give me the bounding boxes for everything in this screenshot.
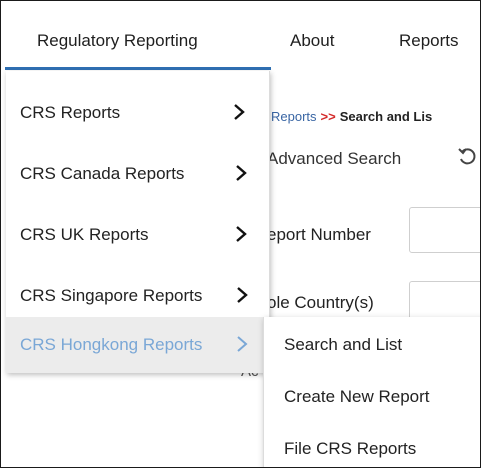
nav-active-indicator — [5, 67, 271, 70]
menu-item-label: CRS Canada Reports — [20, 164, 185, 183]
menu-item-label: CRS Hongkong Reports — [20, 335, 203, 354]
nav-regulatory-reporting[interactable]: Regulatory Reporting — [37, 31, 198, 51]
menu-item-label: CRS Singapore Reports — [20, 286, 203, 305]
hongkong-reports-submenu: Search and List Create New Report File C… — [263, 317, 480, 467]
chevron-right-icon — [234, 104, 245, 120]
chevron-right-icon — [236, 165, 247, 181]
menu-item-crs-uk-reports[interactable]: CRS UK Reports — [6, 203, 270, 263]
menu-item-crs-reports[interactable]: CRS Reports — [6, 81, 270, 141]
menu-item-label: CRS UK Reports — [20, 225, 149, 244]
nav-reports[interactable]: Reports — [399, 31, 459, 51]
reportable-country-label: ole Country(s) — [267, 293, 374, 312]
advanced-search-link[interactable]: Advanced Search — [267, 149, 401, 169]
submenu-item-create-new-report[interactable]: Create New Report — [284, 387, 430, 407]
chevron-right-icon — [237, 336, 248, 352]
breadcrumb-current: Search and Lis — [339, 109, 433, 124]
report-number-input[interactable] — [409, 207, 480, 253]
regulatory-reporting-dropdown: CRS Reports CRS Canada Reports CRS UK Re… — [6, 71, 270, 373]
menu-item-label: CRS Reports — [20, 103, 121, 122]
menu-item-crs-canada-reports[interactable]: CRS Canada Reports — [6, 142, 270, 202]
submenu-item-file-crs-reports[interactable]: File CRS Reports — [284, 439, 416, 459]
breadcrumb-reports-link[interactable]: Reports — [271, 109, 317, 124]
chevron-right-icon — [237, 287, 248, 303]
chevron-right-icon — [236, 226, 247, 242]
top-navigation: Regulatory Reporting About Reports — [1, 1, 480, 71]
menu-item-crs-hongkong-reports[interactable]: CRS Hongkong Reports — [6, 317, 270, 373]
breadcrumb: Reports >> Search and Lis — [271, 109, 432, 124]
advanced-search-label: Advanced Search — [267, 149, 402, 168]
menu-item-crs-singapore-reports[interactable]: CRS Singapore Reports — [6, 264, 270, 324]
nav-about[interactable]: About — [290, 31, 334, 51]
breadcrumb-separator: >> — [320, 109, 336, 124]
submenu-item-search-and-list[interactable]: Search and List — [284, 335, 402, 355]
report-number-label: eport Number — [267, 225, 371, 244]
refresh-icon[interactable] — [457, 146, 479, 168]
app-frame: Regulatory Reporting About Reports Repor… — [0, 0, 481, 468]
